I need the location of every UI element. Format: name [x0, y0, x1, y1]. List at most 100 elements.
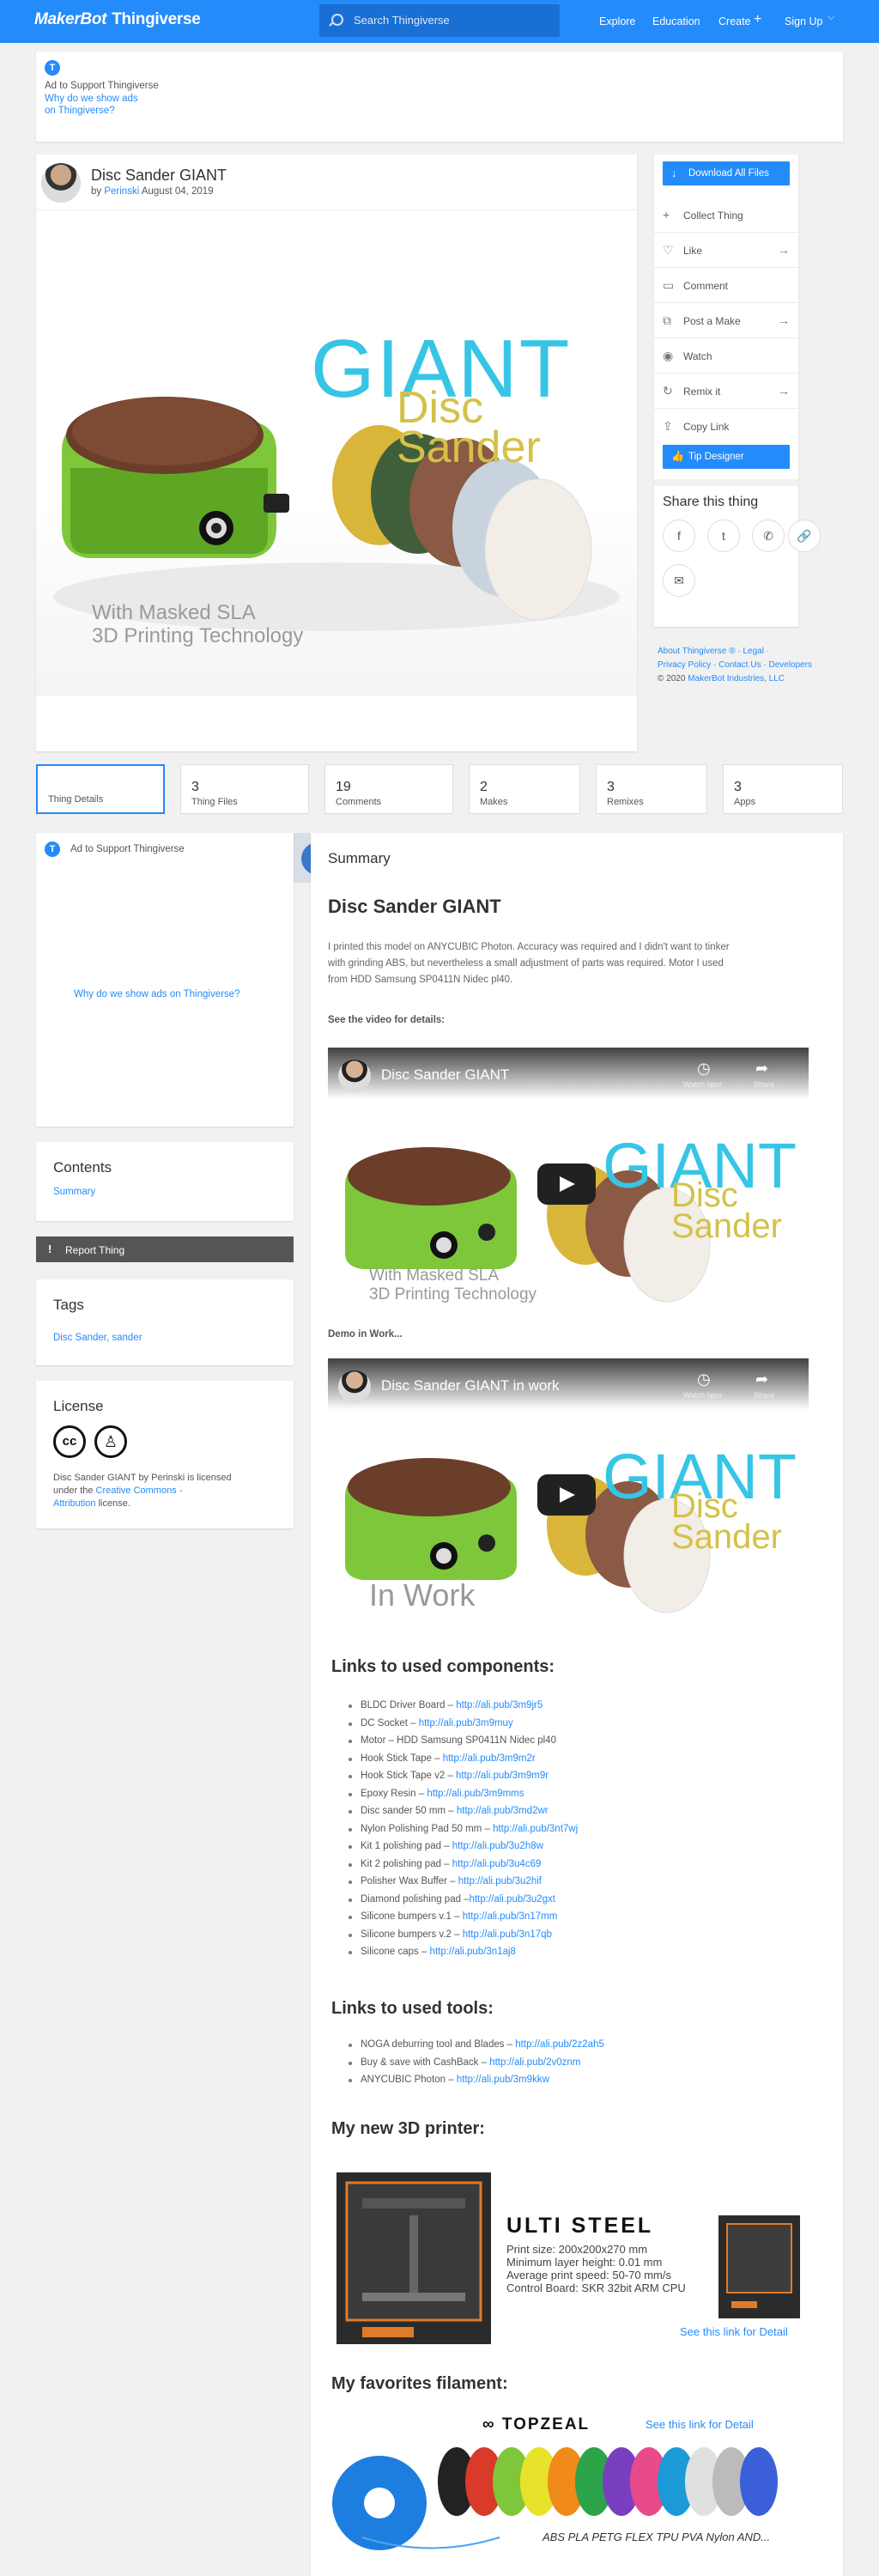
arrow-right-icon: → [778, 243, 790, 257]
infinity-logo-icon: ∞ [482, 2415, 502, 2433]
printer-banner[interactable]: ULTI STEEL Print size: 200x200x270 mm Mi… [328, 2155, 809, 2361]
report-label: Report Thing [65, 1244, 125, 1256]
copyright: © 2020 MakerBot Industries, LLC [658, 674, 785, 683]
link-share-icon[interactable]: 🔗 [788, 519, 821, 552]
video-1-title[interactable]: Disc Sander GIANT [381, 1066, 509, 1084]
tab-thing-details[interactable]: Thing Details [36, 764, 165, 814]
share-arrow-icon[interactable]: ➦ [755, 1060, 768, 1078]
list-item: Hook Stick Tape – http://ali.pub/3m9m2r [349, 1753, 536, 1764]
copy-link-button[interactable]: ⇪ Copy Link [654, 409, 798, 444]
hero-caption-2: 3D Printing Technology [92, 624, 304, 647]
clock-icon[interactable]: ◷ [697, 1370, 711, 1388]
nav-education[interactable]: Education [652, 15, 700, 27]
list-item-link[interactable]: http://ali.pub/3m9jr5 [456, 1700, 543, 1710]
list-item-link[interactable]: http://ali.pub/3m9mms [427, 1789, 524, 1799]
download-all-files-button[interactable]: ↓ Download All Files [663, 161, 790, 185]
demo-label: Demo in Work... [328, 1329, 403, 1340]
list-item-link[interactable]: http://ali.pub/3m9m2r [443, 1753, 536, 1764]
sidebar-why-ads-link[interactable]: Why do we show ads on Thingiverse? [74, 989, 239, 999]
channel-avatar[interactable] [338, 1060, 371, 1092]
like-button[interactable]: ♡ Like → [654, 233, 798, 268]
hero-image[interactable]: GIANT Disc Sander With Masked SLA 3D Pri… [36, 210, 637, 696]
cc-link[interactable]: Creative Commons - [96, 1485, 183, 1496]
tab-apps[interactable]: 3 Apps [723, 764, 843, 814]
filament-banner[interactable]: ∞ TOPZEAL See this link for Detail ABS P… [328, 2409, 809, 2563]
list-item-link[interactable]: http://ali.pub/3m9muy [419, 1718, 513, 1728]
play-button-icon[interactable] [537, 1474, 596, 1516]
makerbot-link[interactable]: MakerBot Industries, LLC [688, 674, 785, 683]
summary-title: Disc Sander GIANT [328, 896, 501, 917]
tab-remixes[interactable]: 3 Remixes [596, 764, 707, 814]
list-item-link[interactable]: http://ali.pub/2z2ah5 [515, 2039, 604, 2050]
tab-makes[interactable]: 2 Makes [469, 764, 580, 814]
eye-icon: ◉ [663, 349, 674, 362]
list-item-link[interactable]: http://ali.pub/2v0znm [489, 2057, 580, 2068]
filament-brand-label: TOPZEAL [501, 2415, 591, 2433]
license-line-3: license. [98, 1498, 130, 1509]
video-player-2[interactable]: GIANT Disc Sander In Work Disc Sander GI… [328, 1358, 809, 1629]
filament-detail-link[interactable]: See this link for Detail [646, 2418, 754, 2431]
author-link[interactable]: Perinski [104, 186, 139, 197]
list-item-link[interactable]: http://ali.pub/3md2wr [457, 1806, 549, 1816]
list-item-link[interactable]: http://ali.pub/3m9kkw [457, 2075, 549, 2085]
nav-create[interactable]: Create [718, 15, 751, 27]
comment-button[interactable]: ▭ Comment [654, 268, 798, 303]
video-2-caption: In Work [369, 1577, 476, 1613]
printer-spec-1: Print size: 200x200x270 mm [506, 2243, 648, 2256]
avatar[interactable] [41, 163, 81, 203]
printer-detail-link[interactable]: See this link for Detail [680, 2325, 788, 2338]
list-item-link[interactable]: http://ali.pub/3m9m9r [456, 1771, 549, 1781]
post-make-label: Post a Make [683, 315, 741, 327]
watch-button[interactable]: ◉ Watch [654, 338, 798, 374]
channel-avatar[interactable] [338, 1370, 371, 1403]
watch-label: Watch [683, 350, 712, 362]
list-item-link[interactable]: http://ali.pub/3n17qb [463, 1929, 552, 1940]
list-item-link[interactable]: http://ali.pub/3n17mm [463, 1911, 558, 1922]
list-item-link[interactable]: http://ali.pub/3n1aj8 [430, 1947, 516, 1957]
play-button-icon[interactable] [537, 1163, 596, 1205]
email-share-icon[interactable]: ✉ [663, 564, 695, 597]
video-player-1[interactable]: GIANT Disc Sander With Masked SLA 3D Pri… [328, 1048, 809, 1318]
why-ads-link-line2[interactable]: on Thingiverse? [45, 106, 115, 116]
privacy-contact-links[interactable]: Privacy Policy · Contact Us · Developers [658, 660, 812, 670]
tab-label: Apps [734, 797, 756, 807]
thingiverse-logo[interactable]: MakerBot Thingiverse [34, 10, 201, 29]
list-item: Kit 2 polishing pad – http://ali.pub/3u4… [348, 1859, 542, 1869]
contents-summary-link[interactable]: Summary [53, 1187, 95, 1197]
thumbs-up-icon: 👍 [671, 450, 684, 462]
about-legal-links[interactable]: About Thingiverse ® · Legal · [658, 647, 769, 656]
contents-panel: Contents Summary [36, 1142, 294, 1221]
printer-name: ULTI STEEL [506, 2214, 654, 2238]
report-thing-button[interactable]: ! Report Thing [36, 1236, 294, 1262]
tip-designer-button[interactable]: 👍 Tip Designer [663, 445, 790, 469]
tab-thing-files[interactable]: 3 Thing Files [180, 764, 309, 814]
video-2-title[interactable]: Disc Sander GIANT in work [381, 1377, 560, 1394]
printer-specs: Print size: 200x200x270 mm Minimum layer… [506, 2243, 686, 2294]
list-item-link[interactable]: http://ali.pub/3nt7wj [493, 1824, 578, 1834]
search-input[interactable]: Search Thingiverse [319, 4, 560, 37]
list-item-link[interactable]: http://ali.pub/3u2h8w [452, 1841, 543, 1851]
why-ads-link[interactable]: Why do we show ads [45, 94, 138, 104]
list-item: ANYCUBIC Photon – http://ali.pub/3m9kkw [349, 2075, 549, 2085]
attribution-link[interactable]: Attribution [53, 1498, 96, 1509]
video-1-caption-2: 3D Printing Technology [369, 1285, 537, 1303]
nav-sign-up[interactable]: Sign Up [785, 15, 822, 27]
whatsapp-share-icon[interactable]: ✆ [752, 519, 785, 552]
post-a-make-button[interactable]: ⧉ Post a Make → [654, 303, 798, 338]
list-item-link[interactable]: http://ali.pub/3u4c69 [452, 1859, 542, 1869]
clock-icon[interactable]: ◷ [697, 1060, 711, 1078]
twitter-share-icon[interactable]: t [707, 519, 740, 552]
list-item-label: Silicone bumpers v.1 – [361, 1911, 463, 1922]
remix-button[interactable]: ↻ Remix it → [654, 374, 798, 409]
tab-comments[interactable]: 19 Comments [324, 764, 453, 814]
list-item-link[interactable]: http://ali.pub/3u2hif [458, 1876, 542, 1886]
facebook-share-icon[interactable]: f [663, 519, 695, 552]
list-item-link[interactable]: http://ali.pub/3u2gxt [470, 1894, 555, 1905]
list-item-label: Epoxy Resin – [361, 1788, 427, 1799]
tags-list[interactable]: Disc Sander, sander [53, 1333, 142, 1343]
nav-explore[interactable]: Explore [599, 15, 635, 27]
list-item: Hook Stick Tape v2 – http://ali.pub/3m9m… [348, 1771, 549, 1781]
collect-thing-button[interactable]: + Collect Thing [654, 197, 798, 233]
share-arrow-icon[interactable]: ➦ [755, 1370, 768, 1388]
filament-brand: ∞ TOPZEAL [482, 2415, 590, 2434]
